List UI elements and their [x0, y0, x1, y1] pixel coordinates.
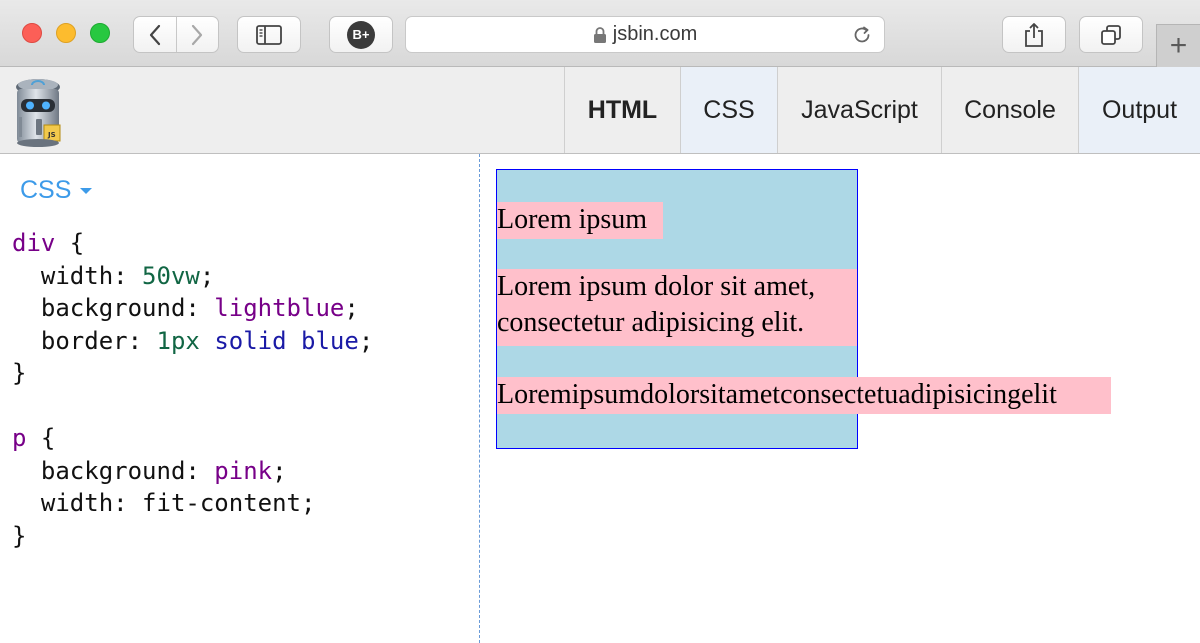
panel-language-dropdown[interactable]: CSS [20, 176, 93, 205]
new-tab-button[interactable]: + [1156, 24, 1200, 67]
code-line: background: lightblue; [12, 294, 359, 322]
extension-badge: B+ [347, 20, 375, 49]
chevron-left-icon [149, 24, 161, 45]
chevron-right-icon [192, 24, 203, 45]
demo-div: Lorem ipsum Lorem ipsum dolor sit amet, … [496, 169, 1111, 449]
navigation-buttons [133, 16, 219, 53]
url-text: jsbin.com [612, 23, 698, 45]
share-button[interactable] [1002, 16, 1066, 53]
minimize-window-button[interactable] [56, 23, 76, 43]
caret-down-icon [79, 187, 93, 195]
sidebar-icon [256, 24, 282, 45]
share-icon [1025, 22, 1043, 47]
tab-css[interactable]: CSS [680, 67, 777, 153]
svg-text:JS: JS [47, 131, 56, 139]
tab-console[interactable]: Console [941, 67, 1078, 153]
show-tabs-button[interactable] [1079, 16, 1143, 53]
lock-icon [593, 26, 607, 44]
address-bar[interactable]: jsbin.com [405, 16, 885, 53]
browser-toolbar: B+ jsbin.com + [0, 0, 1200, 67]
code-editor[interactable]: div { width: 50vw; background: lightblue… [12, 227, 373, 552]
jsbin-logo[interactable]: JS [12, 73, 68, 149]
panel-tabs: HTML CSS JavaScript Console Output [564, 67, 1200, 153]
tabs-overview-icon [1101, 24, 1121, 45]
extension-button[interactable]: B+ [329, 16, 393, 53]
close-window-button[interactable] [22, 23, 42, 43]
demo-paragraph-3: Loremipsumdolorsitametconsectetuadipisic… [497, 377, 1111, 414]
panel-language-label: CSS [20, 176, 72, 204]
code-line: width: 50vw; [12, 261, 215, 290]
code-line: p { [12, 424, 56, 452]
code-line: } [12, 359, 27, 387]
code-line: width: fit-content; [12, 489, 316, 517]
tab-html[interactable]: HTML [564, 67, 680, 153]
back-button[interactable] [134, 17, 176, 52]
code-line: } [12, 521, 27, 550]
jsbin-header: JS HTML CSS JavaScript Console Output [0, 67, 1200, 154]
demo-paragraph-2: Lorem ipsum dolor sit amet, consectetur … [497, 269, 857, 346]
css-editor-panel: CSS div { width: 50vw; background: light… [0, 154, 480, 643]
code-line: div { [12, 229, 85, 257]
reload-icon[interactable] [852, 25, 872, 51]
zoom-window-button[interactable] [90, 23, 110, 43]
code-line: background: pink; [12, 456, 287, 485]
tab-javascript[interactable]: JavaScript [777, 67, 941, 153]
sidebar-button[interactable] [237, 16, 301, 53]
forward-button[interactable] [175, 17, 218, 52]
output-panel: Lorem ipsum Lorem ipsum dolor sit amet, … [481, 154, 1200, 643]
demo-paragraph-1: Lorem ipsum [497, 202, 663, 239]
tab-output[interactable]: Output [1078, 67, 1200, 153]
code-line: border: 1px solid blue; [12, 326, 374, 355]
